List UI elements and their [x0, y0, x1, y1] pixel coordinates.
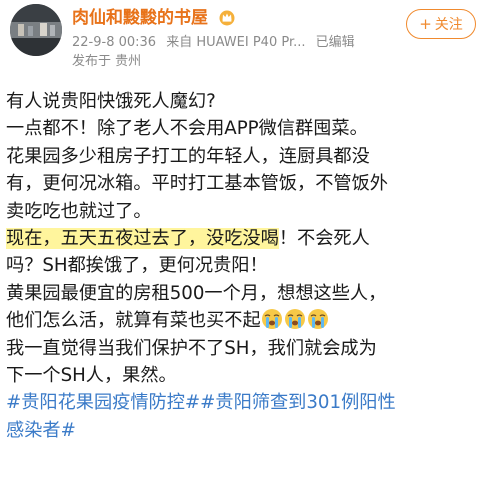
post-line: 他们怎么活，就算有菜也买不起: [6, 307, 478, 334]
post-source: 来自 HUAWEI P40 Pr...: [166, 35, 306, 50]
crying-face-icon: [284, 308, 306, 330]
highlighted-text: 现在，五天五夜过去了，没吃没喝: [6, 228, 279, 250]
post-meta: 22-9-8 00:36 来自 HUAWEI P40 Pr... 已编辑: [72, 34, 361, 52]
post-text: ！不会死人: [278, 228, 370, 250]
post-timestamp: 22-9-8 00:36: [72, 35, 157, 50]
post-line: 吗？SH都挨饿了，更何况贵阳！: [6, 255, 268, 277]
post-line: 感染者#: [6, 417, 478, 444]
post-text: 他们怎么活，就算有菜也买不起: [6, 310, 261, 332]
post-line: 卖吃吃也就过了。: [6, 200, 152, 222]
post-body: 有人说贵阳快饿死人魔幻? 一点都不！除了老人不会用APP微信群囤菜。 花果园多少…: [6, 88, 478, 444]
post-line: #贵阳花果园疫情防控##贵阳筛查到301例阳性: [6, 389, 478, 416]
post-line: 一点都不！除了老人不会用APP微信群囤菜。: [6, 118, 368, 140]
follow-label: 关注: [434, 17, 463, 33]
post-line: 黄果园最便宜的房租500一个月，想想这些人，: [6, 282, 387, 304]
post-line: 下一个SH人，果然。: [6, 365, 177, 387]
edited-label[interactable]: 已编辑: [316, 35, 355, 50]
post-line: 现在，五天五夜过去了，没吃没喝！不会死人: [6, 225, 478, 252]
follow-button[interactable]: + 关注: [406, 9, 476, 39]
post-line: 花果园多少租房子打工的年轻人，连厨具都没: [6, 145, 370, 167]
hashtag-link[interactable]: #贵阳筛查到301例阳性: [200, 392, 395, 413]
post-header: 肉仙和黢黢的书屋 22-9-8 00:36 来自 HUAWEI P40 Pr..…: [0, 0, 481, 80]
crying-face-icon: [307, 308, 329, 330]
post-line: 我一直觉得当我们保护不了SH，我们就会成为: [6, 337, 377, 359]
post-line: 有，更何况冰箱。平时打工基本管饭，不管饭外: [6, 173, 388, 195]
hashtag-link[interactable]: #贵阳花果园疫情防控#: [6, 392, 200, 413]
post-location: 发布于 贵州: [72, 54, 142, 69]
avatar[interactable]: [10, 4, 62, 56]
hashtag-link[interactable]: 感染者#: [6, 420, 76, 441]
post-line: 有人说贵阳快饿死人魔幻?: [6, 91, 216, 112]
username[interactable]: 肉仙和黢黢的书屋: [72, 6, 236, 33]
username-text[interactable]: 肉仙和黢黢的书屋: [72, 8, 208, 28]
crown-icon: [218, 8, 236, 33]
plus-icon: +: [419, 15, 432, 33]
crying-face-icon: [261, 308, 283, 330]
